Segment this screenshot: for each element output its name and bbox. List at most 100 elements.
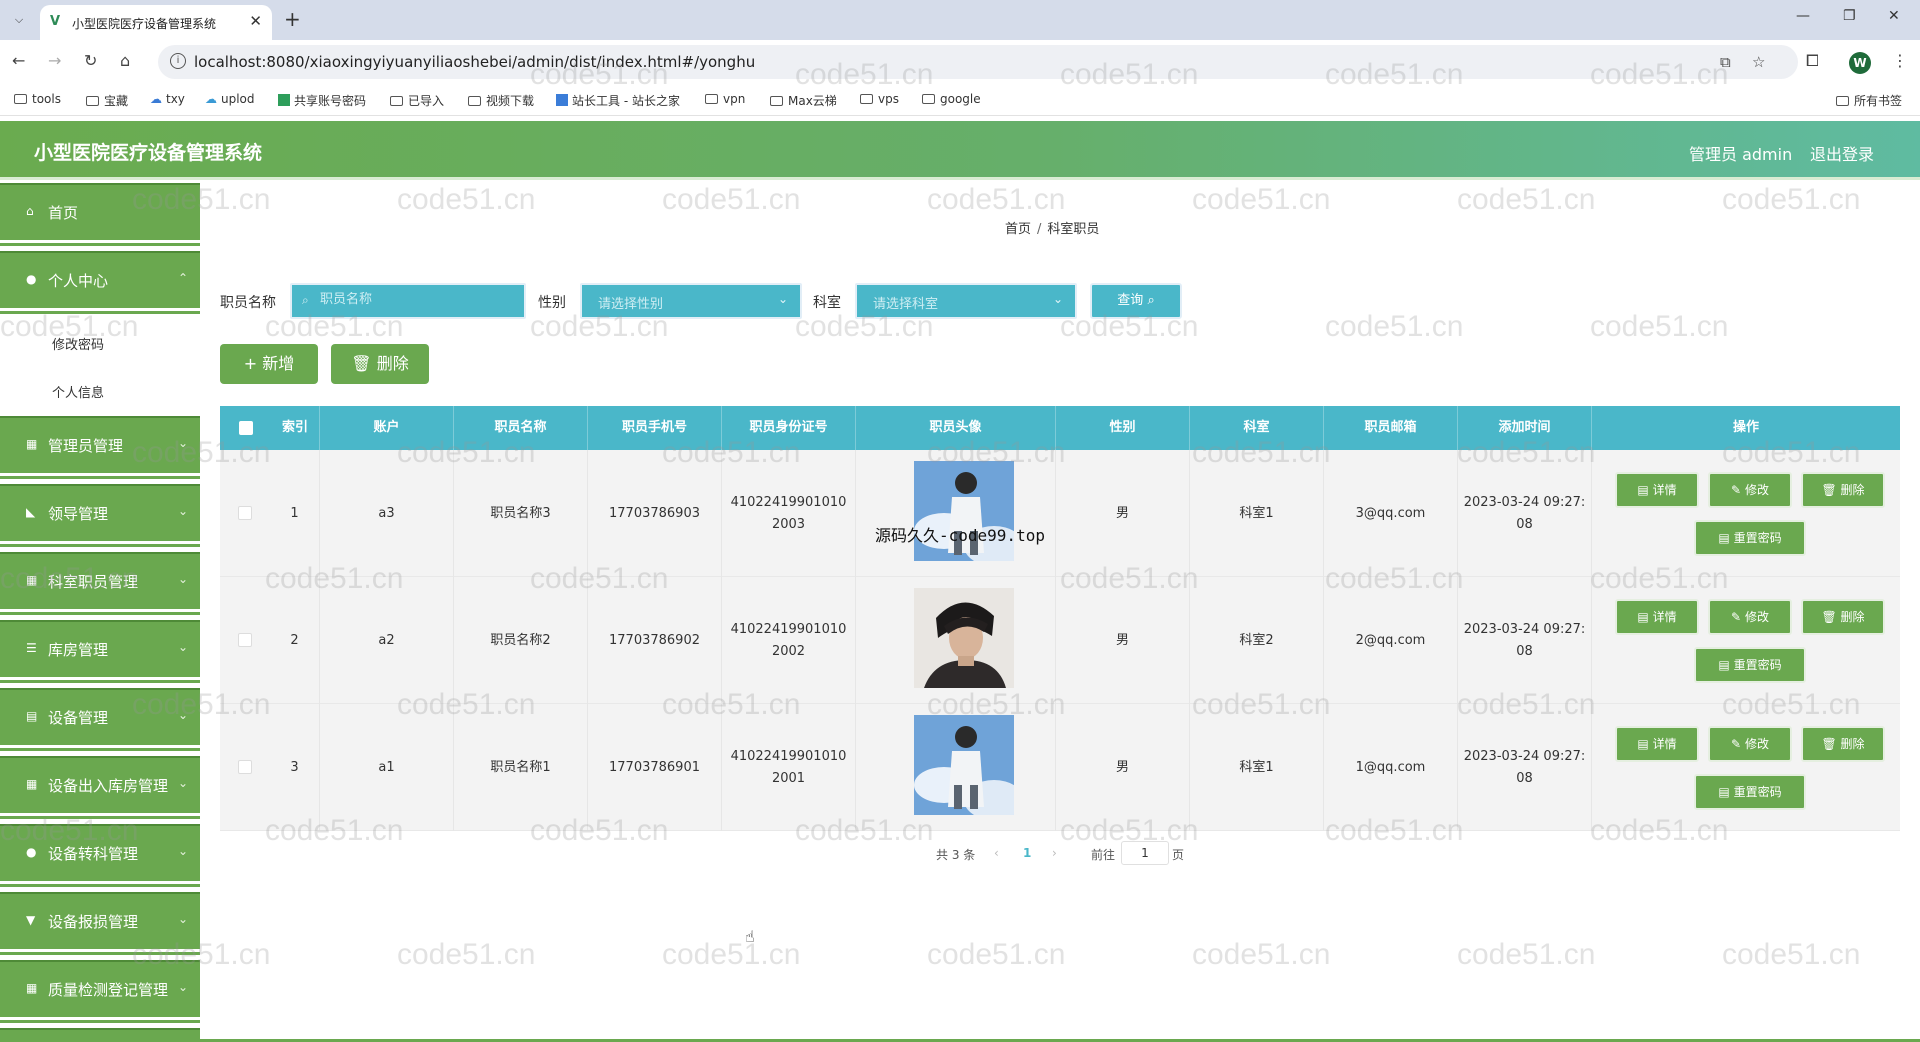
row-checkbox[interactable] <box>238 760 252 774</box>
time-line-1: 2023-03-24 09:27: <box>1463 494 1586 510</box>
omnibox[interactable]: i localhost:8080/xiaoxingyiyuanyiliaoshe… <box>158 45 1798 79</box>
bookmark-item[interactable]: vps <box>860 92 899 106</box>
sidebar-item-personal-center[interactable]: ● 个人中心 ⌃ <box>0 251 200 314</box>
row-checkbox[interactable] <box>238 506 252 520</box>
reset-password-button[interactable]: ▤ 重置密码 <box>1694 774 1806 810</box>
edit-button[interactable]: ✎ 修改 <box>1708 472 1792 508</box>
bookmark-item[interactable]: 已导入 <box>390 92 444 109</box>
site-info-icon[interactable]: i <box>170 53 186 69</box>
tab-close-icon[interactable]: ✕ <box>249 12 262 30</box>
cell-index: 1 <box>270 450 320 577</box>
detail-button[interactable]: ▤ 详情 <box>1615 726 1699 762</box>
staff-name-input[interactable] <box>320 292 506 307</box>
bookmark-item[interactable]: tools <box>14 92 61 106</box>
restore-icon[interactable]: ❐ <box>1843 8 1856 24</box>
prev-page-icon[interactable]: ‹ <box>994 846 999 860</box>
sidebar-item-leader-management[interactable]: ◣ 领导管理 ⌄ <box>0 484 200 547</box>
sidebar-item-home[interactable]: ⌂ 首页 <box>0 183 200 246</box>
reset-password-button[interactable]: ▤ 重置密码 <box>1694 520 1806 556</box>
extensions-icon[interactable]: ⧠ <box>1806 51 1819 71</box>
add-button[interactable]: + 新增 <box>220 344 318 384</box>
reset-password-button[interactable]: ▤ 重置密码 <box>1694 647 1806 683</box>
detail-button-label: 详情 <box>1652 610 1677 624</box>
sidebar-subitem-change-password[interactable]: 修改密码 <box>0 318 200 366</box>
watermark: code51.cn <box>927 938 1066 971</box>
screenshot-icon[interactable]: ⧉ <box>1720 53 1731 71</box>
reload-icon[interactable]: ↻ <box>84 51 97 70</box>
all-bookmarks[interactable]: 所有书签 <box>1836 92 1902 109</box>
bookmark-item[interactable]: Max云梯 <box>770 92 837 109</box>
sidebar-item-device-inout-management[interactable]: ▦ 设备出入库房管理 ⌄ <box>0 756 200 819</box>
edit-button[interactable]: ✎ 修改 <box>1708 599 1792 635</box>
browser-menu-icon[interactable]: ⋮ <box>1892 51 1908 70</box>
sidebar-item-warehouse-management[interactable]: ☰ 库房管理 ⌄ <box>0 620 200 683</box>
edit-button[interactable]: ✎ 修改 <box>1708 726 1792 762</box>
cloud-icon: ☁ <box>205 92 217 106</box>
breadcrumb-home[interactable]: 首页 <box>1005 222 1031 237</box>
detail-button[interactable]: ▤ 详情 <box>1615 472 1699 508</box>
logout-link[interactable]: 退出登录 <box>1810 141 1874 165</box>
sidebar-item-label: 设备报损管理 <box>48 913 139 931</box>
folder-icon <box>922 94 935 104</box>
goto-page-input[interactable]: 1 <box>1121 841 1169 865</box>
query-button[interactable]: 查询 ⌕ <box>1090 283 1182 319</box>
bookmark-item[interactable]: 站长工具 - 站长之家 <box>556 92 680 109</box>
sidebar-item-device-transfer-management[interactable]: ● 设备转科管理 ⌄ <box>0 824 200 887</box>
sidebar-item-staff-management[interactable]: ▦ 科室职员管理 ⌄ <box>0 552 200 615</box>
staff-name-field[interactable]: ⌕ <box>290 283 526 319</box>
tab-search-chevron-icon[interactable]: ⌵ <box>8 9 30 31</box>
window-close-icon[interactable]: ✕ <box>1888 8 1900 24</box>
bookmark-item[interactable]: ☁ uplod <box>205 92 255 106</box>
bookmark-item[interactable]: vpn <box>705 92 745 106</box>
header-id-card: 职员身份证号 <box>722 406 856 450</box>
watermark: code51.cn <box>1192 183 1331 216</box>
new-tab-icon[interactable]: + <box>284 7 301 31</box>
sheet-icon <box>278 94 290 106</box>
delete-button[interactable]: 🗑 删除 <box>1801 472 1885 508</box>
browser-tab[interactable]: V 小型医院医疗设备管理系统 ✕ <box>40 5 272 40</box>
document-icon: ▤ <box>1718 531 1730 545</box>
sidebar-subitem-personal-info[interactable]: 个人信息 <box>0 366 200 414</box>
row-checkbox[interactable] <box>238 633 252 647</box>
search-icon: ⌕ <box>1147 293 1155 308</box>
sidebar-item-quality-inspection-management[interactable]: ▦ 质量检测登记管理 ⌄ <box>0 960 200 1023</box>
sidebar-item-device-management[interactable]: ▤ 设备管理 ⌄ <box>0 688 200 751</box>
sidebar-item-device-damage-management[interactable]: ▼ 设备报损管理 ⌄ <box>0 892 200 955</box>
select-all-checkbox[interactable] <box>239 421 253 435</box>
gender-select[interactable]: 请选择性别 ⌄ <box>580 283 802 319</box>
bookmark-item[interactable]: ☁ txy <box>150 92 185 106</box>
back-icon[interactable]: ← <box>12 51 25 70</box>
url-text[interactable]: localhost:8080/xiaoxingyiyuanyiliaoshebe… <box>194 53 755 71</box>
header-index: 索引 <box>281 420 308 435</box>
home-icon[interactable]: ⌂ <box>120 51 130 70</box>
gender-select-placeholder: 请选择性别 <box>598 297 664 312</box>
batch-delete-button[interactable]: 🗑 删除 <box>331 344 429 384</box>
department-select[interactable]: 请选择科室 ⌄ <box>855 283 1077 319</box>
bookmark-item[interactable]: 共享账号密码 <box>278 92 366 109</box>
delete-button-label: 删除 <box>1840 483 1865 497</box>
sidebar-item-label: 库房管理 <box>48 641 109 659</box>
minimize-icon[interactable]: — <box>1796 8 1810 24</box>
bookmark-item[interactable]: 视频下载 <box>468 92 534 109</box>
sidebar-subitem-label: 修改密码 <box>52 338 105 353</box>
document-icon: ▤ <box>1637 737 1649 751</box>
bookmark-item[interactable]: google <box>922 92 981 106</box>
sidebar-item-admin-management[interactable]: ▦ 管理员管理 ⌄ <box>0 416 200 479</box>
bookmark-star-icon[interactable]: ☆ <box>1752 53 1765 71</box>
profile-avatar[interactable]: W <box>1849 52 1871 74</box>
trash-icon: 🗑 <box>1821 610 1837 624</box>
next-page-icon[interactable]: › <box>1052 846 1057 860</box>
folder-icon <box>860 94 873 104</box>
cell-department: 科室1 <box>1190 450 1324 577</box>
delete-button[interactable]: 🗑 删除 <box>1801 726 1885 762</box>
cell-id-card: 41022419901010 2001 <box>722 704 856 831</box>
bookmark-item[interactable]: 宝藏 <box>86 92 128 109</box>
time-line-2: 08 <box>1516 516 1533 532</box>
staff-avatar-image <box>914 715 1014 815</box>
watermark: code51.cn <box>1722 938 1861 971</box>
detail-button[interactable]: ▤ 详情 <box>1615 599 1699 635</box>
page-number-current[interactable]: 1 <box>1023 846 1031 860</box>
delete-button[interactable]: 🗑 删除 <box>1801 599 1885 635</box>
forward-icon[interactable]: → <box>48 51 61 70</box>
cell-phone: 17703786902 <box>588 577 722 704</box>
